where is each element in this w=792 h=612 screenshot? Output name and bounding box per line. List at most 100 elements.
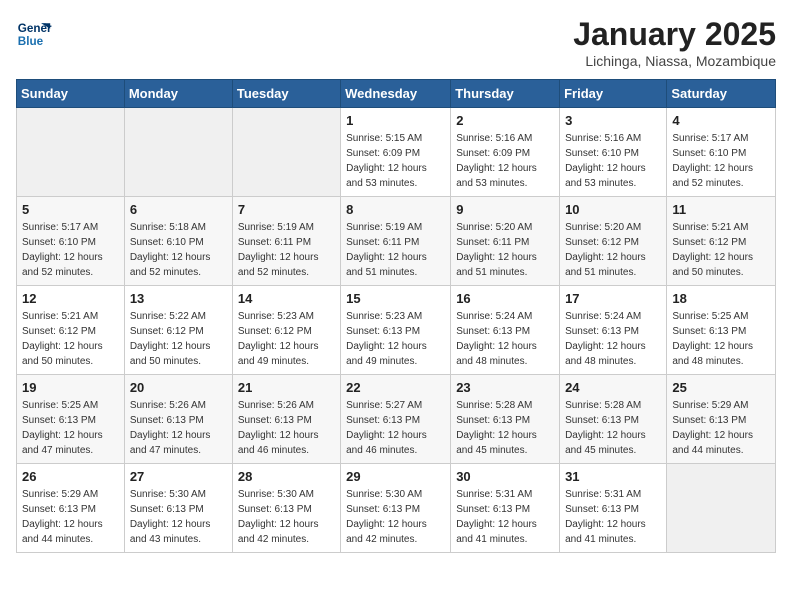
day-info: Sunrise: 5:26 AMSunset: 6:13 PMDaylight:… (130, 398, 227, 458)
day-number: 17 (565, 291, 661, 306)
calendar-week-1: 1Sunrise: 5:15 AMSunset: 6:09 PMDaylight… (17, 108, 776, 197)
day-info: Sunrise: 5:20 AMSunset: 6:12 PMDaylight:… (565, 220, 661, 280)
calendar-table: SundayMondayTuesdayWednesdayThursdayFrid… (16, 79, 776, 553)
calendar-cell: 10 Sunrise: 5:20 AMSunset: 6:12 PMDayligh… (560, 197, 667, 286)
day-number: 4 (672, 113, 770, 128)
day-info: Sunrise: 5:31 AMSunset: 6:13 PMDaylight:… (456, 487, 554, 547)
day-number: 6 (130, 202, 227, 217)
day-number: 21 (238, 380, 335, 395)
day-number: 12 (22, 291, 119, 306)
day-number: 31 (565, 469, 661, 484)
weekday-header-friday: Friday (560, 80, 667, 108)
day-number: 10 (565, 202, 661, 217)
day-info: Sunrise: 5:28 AMSunset: 6:13 PMDaylight:… (456, 398, 554, 458)
page-header: General Blue January 2025 Lichinga, Nias… (16, 16, 776, 69)
calendar-cell: 1Sunrise: 5:15 AMSunset: 6:09 PMDaylight… (341, 108, 451, 197)
calendar-cell: 21Sunrise: 5:26 AMSunset: 6:13 PMDayligh… (232, 375, 340, 464)
day-number: 26 (22, 469, 119, 484)
day-number: 3 (565, 113, 661, 128)
day-number: 24 (565, 380, 661, 395)
day-number: 2 (456, 113, 554, 128)
day-info: Sunrise: 5:23 AMSunset: 6:13 PMDaylight:… (346, 309, 445, 369)
calendar-cell: 23 Sunrise: 5:28 AMSunset: 6:13 PMDayligh… (451, 375, 560, 464)
calendar-cell: 27 Sunrise: 5:30 AMSunset: 6:13 PMDayligh… (124, 464, 232, 553)
day-info: Sunrise: 5:27 AMSunset: 6:13 PMDaylight:… (346, 398, 445, 458)
calendar-cell: 19 Sunrise: 5:25 AMSunset: 6:13 PMDayligh… (17, 375, 125, 464)
calendar-week-5: 26Sunrise: 5:29 AMSunset: 6:13 PMDayligh… (17, 464, 776, 553)
day-info: Sunrise: 5:18 AMSunset: 6:10 PMDaylight:… (130, 220, 227, 280)
day-info: Sunrise: 5:25 AMSunset: 6:13 PMDaylight:… (22, 398, 119, 458)
weekday-header-tuesday: Tuesday (232, 80, 340, 108)
weekday-header-sunday: Sunday (17, 80, 125, 108)
day-number: 9 (456, 202, 554, 217)
calendar-week-2: 5Sunrise: 5:17 AMSunset: 6:10 PMDaylight… (17, 197, 776, 286)
month-title: January 2025 (573, 16, 776, 53)
day-number: 8 (346, 202, 445, 217)
calendar-cell: 6 Sunrise: 5:18 AMSunset: 6:10 PMDaylight… (124, 197, 232, 286)
day-info: Sunrise: 5:16 AMSunset: 6:09 PMDaylight:… (456, 131, 554, 191)
day-number: 19 (22, 380, 119, 395)
calendar-cell: 14Sunrise: 5:23 AMSunset: 6:12 PMDayligh… (232, 286, 340, 375)
calendar-cell: 5Sunrise: 5:17 AMSunset: 6:10 PMDaylight… (17, 197, 125, 286)
weekday-header-saturday: Saturday (667, 80, 776, 108)
day-info: Sunrise: 5:31 AMSunset: 6:13 PMDaylight:… (565, 487, 661, 547)
day-info: Sunrise: 5:23 AMSunset: 6:12 PMDaylight:… (238, 309, 335, 369)
calendar-cell: 20 Sunrise: 5:26 AMSunset: 6:13 PMDayligh… (124, 375, 232, 464)
calendar-cell (232, 108, 340, 197)
calendar-cell: 11 Sunrise: 5:21 AMSunset: 6:12 PMDayligh… (667, 197, 776, 286)
day-info: Sunrise: 5:24 AMSunset: 6:13 PMDaylight:… (456, 309, 554, 369)
calendar-cell (124, 108, 232, 197)
logo-icon: General Blue (16, 16, 52, 52)
day-info: Sunrise: 5:17 AMSunset: 6:10 PMDaylight:… (22, 220, 119, 280)
day-info: Sunrise: 5:20 AMSunset: 6:11 PMDaylight:… (456, 220, 554, 280)
day-number: 22 (346, 380, 445, 395)
day-info: Sunrise: 5:16 AMSunset: 6:10 PMDaylight:… (565, 131, 661, 191)
day-number: 27 (130, 469, 227, 484)
calendar-cell: 24 Sunrise: 5:28 AMSunset: 6:13 PMDayligh… (560, 375, 667, 464)
day-info: Sunrise: 5:28 AMSunset: 6:13 PMDaylight:… (565, 398, 661, 458)
calendar-cell: 7 Sunrise: 5:19 AMSunset: 6:11 PMDaylight… (232, 197, 340, 286)
calendar-cell: 30 Sunrise: 5:31 AMSunset: 6:13 PMDayligh… (451, 464, 560, 553)
day-number: 23 (456, 380, 554, 395)
svg-text:Blue: Blue (18, 35, 44, 48)
calendar-week-3: 12Sunrise: 5:21 AMSunset: 6:12 PMDayligh… (17, 286, 776, 375)
calendar-cell: 18 Sunrise: 5:25 AMSunset: 6:13 PMDayligh… (667, 286, 776, 375)
day-number: 13 (130, 291, 227, 306)
calendar-cell (17, 108, 125, 197)
day-info: Sunrise: 5:25 AMSunset: 6:13 PMDaylight:… (672, 309, 770, 369)
day-number: 20 (130, 380, 227, 395)
day-number: 15 (346, 291, 445, 306)
weekday-header-thursday: Thursday (451, 80, 560, 108)
day-info: Sunrise: 5:22 AMSunset: 6:12 PMDaylight:… (130, 309, 227, 369)
day-number: 30 (456, 469, 554, 484)
day-number: 28 (238, 469, 335, 484)
day-info: Sunrise: 5:17 AMSunset: 6:10 PMDaylight:… (672, 131, 770, 191)
day-number: 11 (672, 202, 770, 217)
calendar-cell: 8Sunrise: 5:19 AMSunset: 6:11 PMDaylight… (341, 197, 451, 286)
day-info: Sunrise: 5:30 AMSunset: 6:13 PMDaylight:… (130, 487, 227, 547)
day-info: Sunrise: 5:19 AMSunset: 6:11 PMDaylight:… (238, 220, 335, 280)
calendar-cell: 13 Sunrise: 5:22 AMSunset: 6:12 PMDayligh… (124, 286, 232, 375)
weekday-header-monday: Monday (124, 80, 232, 108)
location-subtitle: Lichinga, Niassa, Mozambique (573, 53, 776, 69)
day-number: 7 (238, 202, 335, 217)
calendar-cell: 3 Sunrise: 5:16 AMSunset: 6:10 PMDaylight… (560, 108, 667, 197)
calendar-cell: 17Sunrise: 5:24 AMSunset: 6:13 PMDayligh… (560, 286, 667, 375)
calendar-cell: 12Sunrise: 5:21 AMSunset: 6:12 PMDayligh… (17, 286, 125, 375)
day-info: Sunrise: 5:30 AMSunset: 6:13 PMDaylight:… (346, 487, 445, 547)
day-number: 18 (672, 291, 770, 306)
calendar-cell: 2 Sunrise: 5:16 AMSunset: 6:09 PMDaylight… (451, 108, 560, 197)
calendar-cell: 9 Sunrise: 5:20 AMSunset: 6:11 PMDaylight… (451, 197, 560, 286)
day-info: Sunrise: 5:21 AMSunset: 6:12 PMDaylight:… (672, 220, 770, 280)
calendar-cell: 22 Sunrise: 5:27 AMSunset: 6:13 PMDayligh… (341, 375, 451, 464)
calendar-cell: 16Sunrise: 5:24 AMSunset: 6:13 PMDayligh… (451, 286, 560, 375)
logo: General Blue (16, 16, 52, 52)
day-info: Sunrise: 5:29 AMSunset: 6:13 PMDaylight:… (672, 398, 770, 458)
weekday-header-wednesday: Wednesday (341, 80, 451, 108)
title-block: January 2025 Lichinga, Niassa, Mozambiqu… (573, 16, 776, 69)
calendar-cell: 29Sunrise: 5:30 AMSunset: 6:13 PMDayligh… (341, 464, 451, 553)
calendar-cell: 25Sunrise: 5:29 AMSunset: 6:13 PMDayligh… (667, 375, 776, 464)
calendar-cell: 28Sunrise: 5:30 AMSunset: 6:13 PMDayligh… (232, 464, 340, 553)
calendar-cell: 15 Sunrise: 5:23 AMSunset: 6:13 PMDayligh… (341, 286, 451, 375)
calendar-cell: 31 Sunrise: 5:31 AMSunset: 6:13 PMDayligh… (560, 464, 667, 553)
